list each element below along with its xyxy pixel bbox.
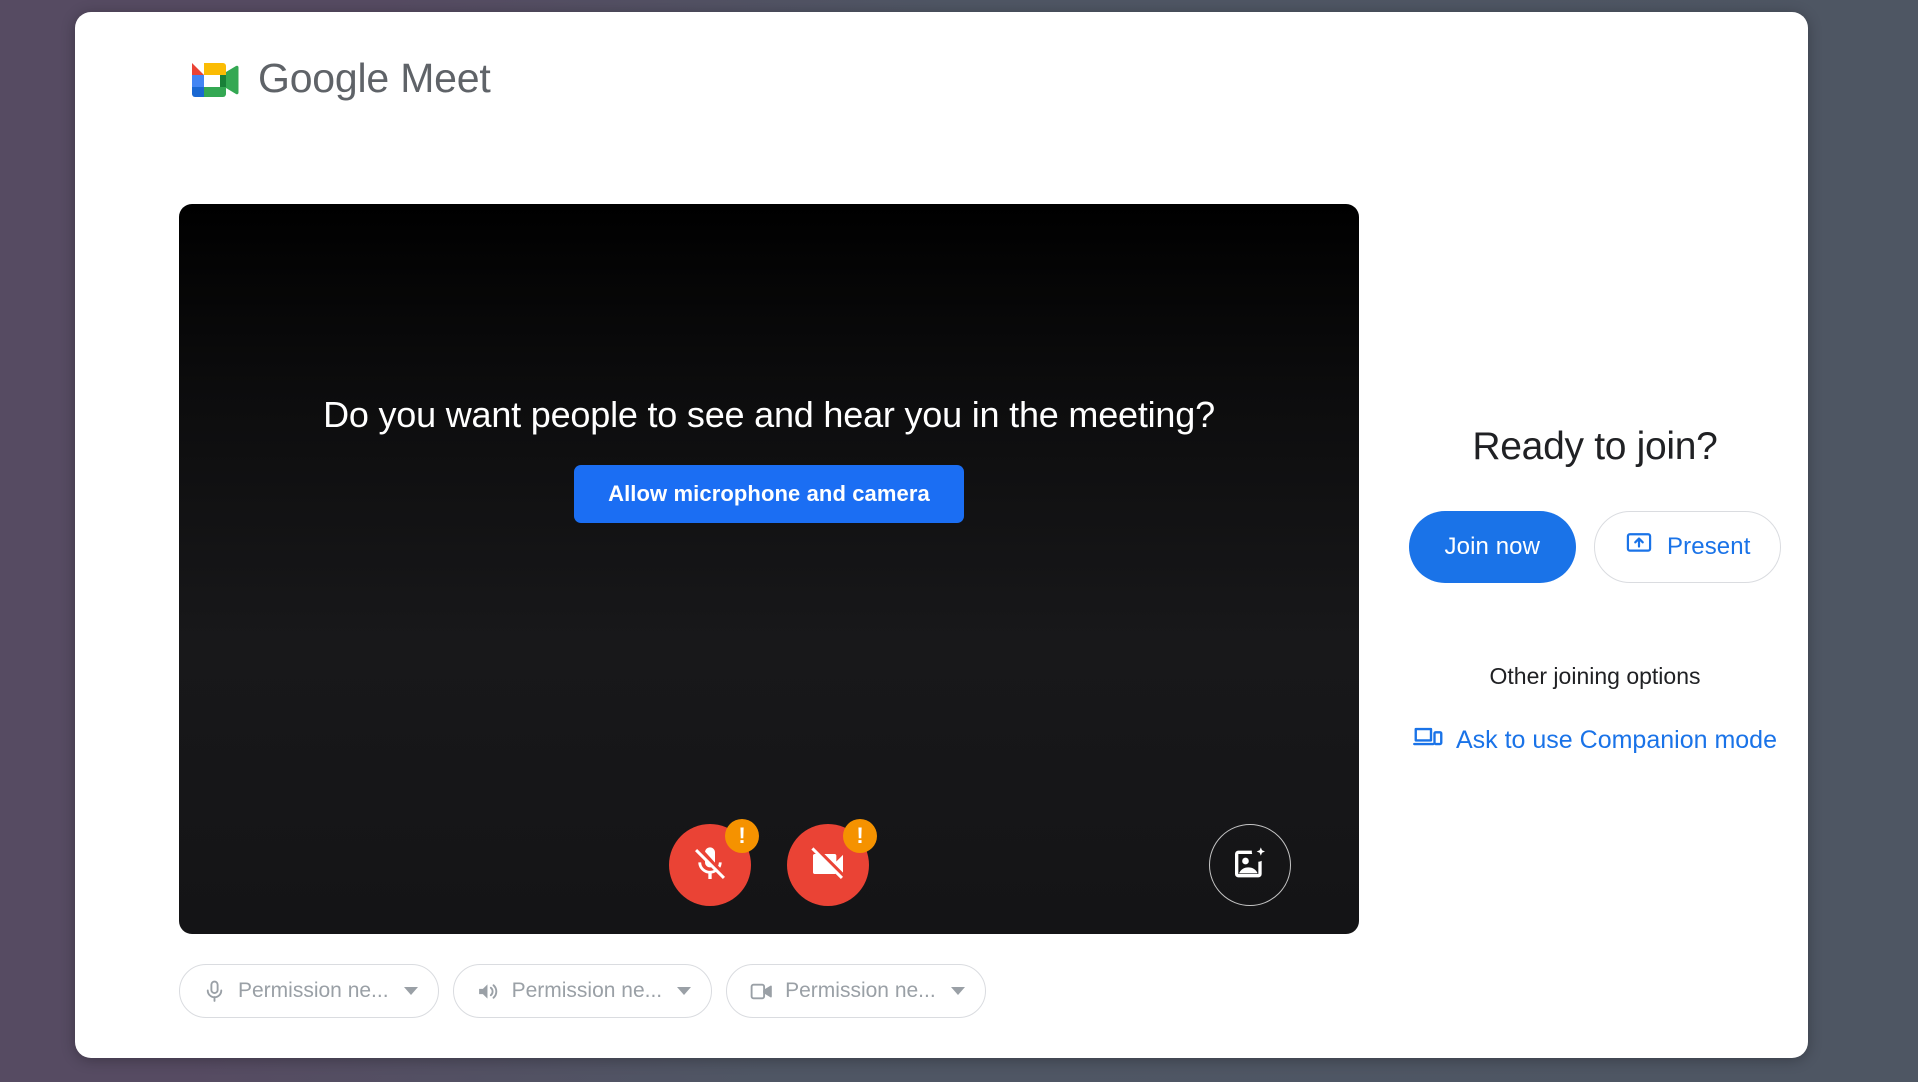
microphone-warning-badge: !: [725, 819, 759, 853]
apply-visual-effects-button[interactable]: [1209, 824, 1291, 906]
present-screen-icon: [1625, 529, 1653, 564]
ready-to-join-heading: Ready to join?: [1472, 425, 1718, 468]
device-permission-pills: Permission ne... Permission ne... Permis…: [179, 964, 986, 1018]
video-off-icon: [808, 844, 848, 887]
join-panel: Ready to join? Join now Present Other jo…: [1385, 204, 1805, 759]
microphone-toggle-button[interactable]: !: [669, 819, 759, 906]
present-button-label: Present: [1667, 532, 1751, 560]
chevron-down-icon: [950, 987, 965, 995]
brand-header: Google Meet: [182, 53, 491, 103]
camera-warning-badge: !: [843, 819, 877, 853]
video-preview-panel: Do you want people to see and hear you i…: [179, 204, 1359, 934]
camera-device-label: Permission ne...: [785, 979, 936, 1002]
speaker-device-label: Permission ne...: [511, 979, 663, 1002]
brand-name-primary: Google: [258, 54, 390, 101]
camera-device-selector[interactable]: Permission ne...: [726, 964, 986, 1018]
permission-prompt-text: Do you want people to see and hear you i…: [323, 394, 1215, 435]
media-controls: ! !: [179, 819, 1359, 906]
devices-icon: [1413, 722, 1443, 759]
microphone-device-label: Permission ne...: [238, 979, 389, 1002]
camera-icon: [749, 979, 774, 1004]
visual-effects-icon: [1230, 844, 1270, 887]
meet-prejoin-card: Google Meet Do you want people to see an…: [75, 12, 1808, 1058]
brand-wordmark: Google Meet: [258, 54, 491, 101]
join-now-button[interactable]: Join now: [1408, 510, 1577, 583]
mic-off-icon: [690, 844, 730, 887]
google-meet-logo-icon: [182, 53, 240, 103]
companion-mode-label: Ask to use Companion mode: [1455, 725, 1777, 754]
speaker-device-selector[interactable]: Permission ne...: [452, 964, 713, 1018]
chevron-down-icon: [403, 987, 418, 995]
brand-name-secondary: Meet: [400, 54, 491, 101]
camera-toggle-button[interactable]: !: [787, 819, 877, 906]
allow-microphone-and-camera-button[interactable]: Allow microphone and camera: [574, 465, 964, 523]
present-button[interactable]: Present: [1594, 510, 1782, 583]
microphone-icon: [202, 979, 227, 1004]
companion-mode-link[interactable]: Ask to use Companion mode: [1413, 722, 1777, 759]
microphone-device-selector[interactable]: Permission ne...: [179, 964, 439, 1018]
permission-prompt: Do you want people to see and hear you i…: [179, 392, 1359, 523]
chevron-down-icon: [677, 987, 692, 995]
speaker-icon: [476, 979, 501, 1004]
other-joining-options-label: Other joining options: [1489, 662, 1701, 689]
join-actions: Join now Present: [1385, 510, 1805, 583]
